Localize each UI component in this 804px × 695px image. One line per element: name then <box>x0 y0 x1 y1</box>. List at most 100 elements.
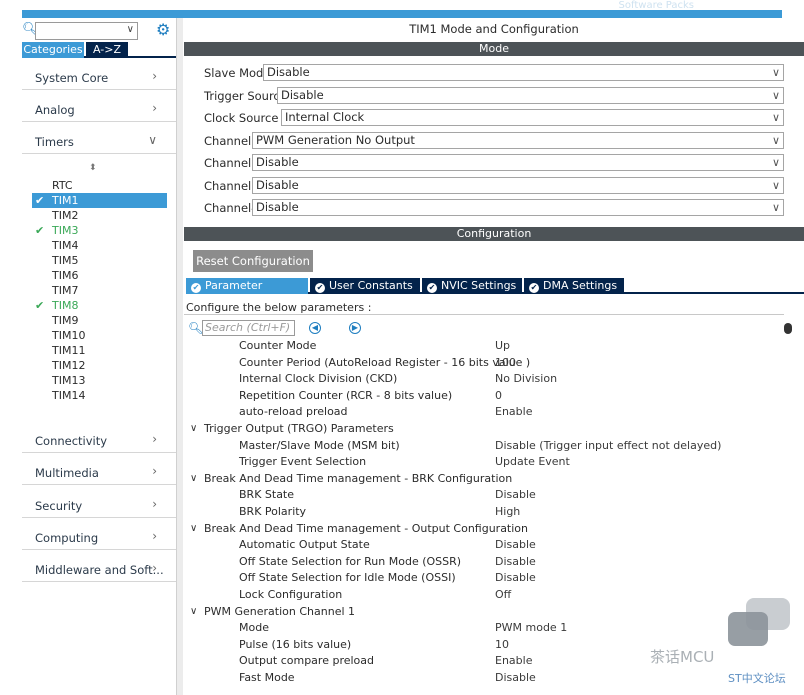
clock-source-select[interactable]: Internal Clock ∨ <box>281 109 784 126</box>
chevron-down-icon[interactable]: ∨ <box>190 421 197 438</box>
parameter-value[interactable]: Disable <box>495 570 536 587</box>
list-item-tim12[interactable]: TIM12 <box>32 358 167 373</box>
search-icon[interactable]: 🔍︎ <box>188 321 203 335</box>
channel2-select[interactable]: Disable ∨ <box>252 154 784 171</box>
tab-categories[interactable]: Categories <box>22 42 84 58</box>
scroll-indicator[interactable] <box>784 323 792 334</box>
parameter-value[interactable]: PWM mode 1 <box>495 620 567 637</box>
channel4-select[interactable]: Disable ∨ <box>252 199 784 216</box>
parameter-value[interactable]: No Division <box>495 371 557 388</box>
parameter-name: Master/Slave Mode (MSM bit) <box>239 438 400 452</box>
parameter-value[interactable]: Disable <box>495 670 536 687</box>
list-item-tim10[interactable]: TIM10 <box>32 328 167 343</box>
table-row[interactable]: Master/Slave Mode (MSM bit) Disable (Trig… <box>184 438 804 455</box>
list-item-tim8[interactable]: ✔ TIM8 <box>32 298 167 313</box>
parameter-value[interactable]: Disable <box>495 554 536 571</box>
clock-source-label: Clock Source <box>204 111 279 125</box>
parameter-group-row[interactable]: ∨ Break And Dead Time management - Output… <box>184 521 804 538</box>
table-row[interactable]: Trigger Event Selection Update Event <box>184 454 804 471</box>
sidebar-item-computing[interactable]: Computing › <box>22 528 177 550</box>
list-item-tim6[interactable]: TIM6 <box>32 268 167 283</box>
table-row[interactable]: Repetition Counter (RCR - 8 bits value) 0 <box>184 388 804 405</box>
table-row[interactable]: Lock Configuration Off <box>184 587 804 604</box>
chevron-down-icon[interactable]: ∨ <box>190 521 197 538</box>
slave-mode-select[interactable]: Disable ∨ <box>263 64 784 81</box>
tab-dma-settings[interactable]: ✔ DMA Settings <box>524 278 624 294</box>
list-item-rtc[interactable]: RTC <box>32 178 167 193</box>
search-next-icon[interactable]: ▶ <box>349 322 361 334</box>
categories-panel: 🔍︎ ∨ ⚙ Categories A->Z System Core › Ana… <box>22 18 177 695</box>
parameter-group-label: Trigger Output (TRGO) Parameters <box>204 421 394 435</box>
parameter-name: Mode <box>239 621 269 635</box>
chevron-down-icon[interactable]: ∨ <box>190 471 197 488</box>
mode-section-header: Mode <box>184 42 804 56</box>
list-item-tim7[interactable]: TIM7 <box>32 283 167 298</box>
table-row[interactable]: Counter Period (AutoReload Register - 16… <box>184 355 804 372</box>
parameter-value[interactable]: 10 <box>495 637 509 654</box>
tab-a-z[interactable]: A->Z <box>86 42 128 58</box>
category-search-combo[interactable]: ∨ <box>35 22 138 40</box>
gear-icon[interactable]: ⚙ <box>156 20 170 39</box>
trigger-source-select[interactable]: Disable ∨ <box>277 87 784 104</box>
chevron-down-icon: ∨ <box>771 111 780 124</box>
channel1-select[interactable]: PWM Generation No Output ∨ <box>252 132 784 149</box>
table-row[interactable]: Automatic Output State Disable <box>184 537 804 554</box>
parameter-value[interactable]: Enable <box>495 404 532 421</box>
parameter-value[interactable]: Disable (Trigger input effect not delaye… <box>495 438 721 455</box>
sidebar-item-middleware[interactable]: Middleware and Soft... › <box>22 560 177 582</box>
table-row[interactable]: Counter Mode Up <box>184 338 804 355</box>
table-row[interactable]: Off State Selection for Idle Mode (OSSI)… <box>184 570 804 587</box>
list-item-tim9[interactable]: TIM9 <box>32 313 167 328</box>
parameter-group-row[interactable]: ∨ Trigger Output (TRGO) Parameters <box>184 421 804 438</box>
list-item-tim13[interactable]: TIM13 <box>32 373 167 388</box>
list-item-tim4[interactable]: TIM4 <box>32 238 167 253</box>
list-item-tim1[interactable]: ✔ TIM1 <box>32 193 167 208</box>
parameter-value[interactable]: Up <box>495 338 510 355</box>
parameter-value[interactable]: Disable <box>495 537 536 554</box>
sidebar-item-timers[interactable]: Timers ∨ <box>22 132 177 154</box>
parameter-group-row[interactable]: ∨ Break And Dead Time management - BRK Co… <box>184 471 804 488</box>
parameter-name: Pulse (16 bits value) <box>239 637 352 651</box>
list-item-tim11[interactable]: TIM11 <box>32 343 167 358</box>
check-icon: ✔ <box>35 299 45 312</box>
parameter-value[interactable]: High <box>495 504 520 521</box>
search-icon[interactable]: 🔍︎ <box>22 22 39 37</box>
list-item-tim3[interactable]: ✔ TIM3 <box>32 223 167 238</box>
chevron-down-icon[interactable]: ∨ <box>127 24 134 35</box>
parameter-name: auto-reload preload <box>239 405 348 419</box>
sidebar-item-label: Computing <box>35 531 99 545</box>
list-item-tim2[interactable]: TIM2 <box>32 208 167 223</box>
table-row[interactable]: BRK State Disable <box>184 487 804 504</box>
page-title: TIM1 Mode and Configuration <box>409 22 579 36</box>
tab-label: User Constants <box>329 279 413 292</box>
software-packs-label[interactable]: Software Packs <box>619 0 694 11</box>
reset-configuration-button[interactable]: Reset Configuration <box>193 250 313 272</box>
chevron-down-icon[interactable]: ∨ <box>190 604 197 621</box>
parameter-value[interactable]: Off <box>495 587 511 604</box>
panel-splitter[interactable] <box>176 18 183 695</box>
parameter-value[interactable]: Update Event <box>495 454 570 471</box>
table-row[interactable]: BRK Polarity High <box>184 504 804 521</box>
tab-user-constants[interactable]: ✔ User Constants <box>310 278 420 294</box>
parameter-value[interactable]: Enable <box>495 653 532 670</box>
tab-nvic-settings[interactable]: ✔ NVIC Settings <box>422 278 522 294</box>
tab-parameter-settings[interactable]: ✔ Parameter Settings <box>186 278 308 308</box>
parameter-value[interactable]: 100 <box>495 355 516 372</box>
sidebar-item-multimedia[interactable]: Multimedia › <box>22 463 177 485</box>
sidebar-item-security[interactable]: Security › <box>22 496 177 518</box>
list-item-tim14[interactable]: TIM14 <box>32 388 167 403</box>
parameter-search-input[interactable]: Search (Ctrl+F) <box>202 320 295 336</box>
channel3-select[interactable]: Disable ∨ <box>252 177 784 194</box>
parameter-value[interactable]: Disable <box>495 487 536 504</box>
search-previous-icon[interactable]: ◀ <box>309 322 321 334</box>
parameter-value[interactable]: 0 <box>495 388 502 405</box>
top-accent-bar <box>22 10 782 18</box>
sidebar-item-system-core[interactable]: System Core › <box>22 68 177 90</box>
table-row[interactable]: Internal Clock Division (CKD) No Division <box>184 371 804 388</box>
sidebar-item-connectivity[interactable]: Connectivity › <box>22 431 177 453</box>
sidebar-item-analog[interactable]: Analog › <box>22 100 177 122</box>
list-item-tim5[interactable]: TIM5 <box>32 253 167 268</box>
table-row[interactable]: auto-reload preload Enable <box>184 404 804 421</box>
table-row[interactable]: Off State Selection for Run Mode (OSSR) D… <box>184 554 804 571</box>
sort-icon[interactable]: ⬍ <box>89 163 97 173</box>
